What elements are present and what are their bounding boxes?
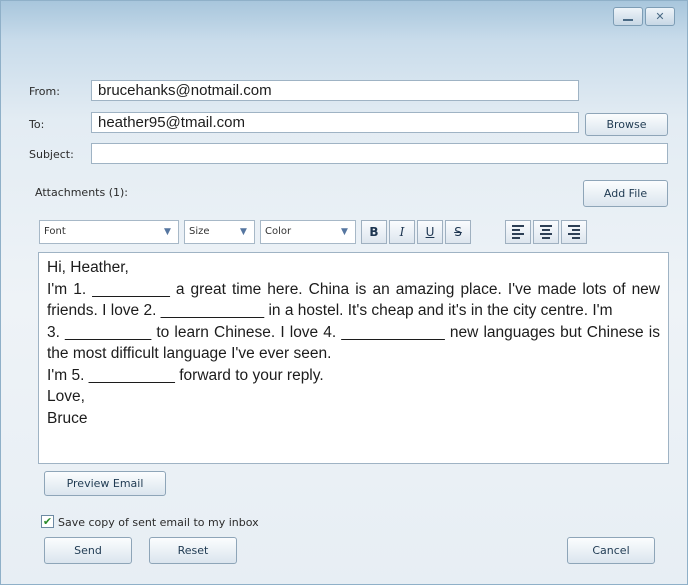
from-field[interactable]: brucehanks@notmail.com: [91, 80, 579, 101]
checkmark-icon: ✔: [42, 515, 53, 528]
align-center-button[interactable]: [533, 220, 559, 244]
bold-icon: B: [369, 225, 379, 239]
subject-field[interactable]: [91, 143, 668, 164]
to-field[interactable]: heather95@tmail.com: [91, 112, 579, 133]
minimize-button[interactable]: [613, 7, 643, 26]
cancel-button[interactable]: Cancel: [567, 537, 655, 564]
align-left-icon: [512, 225, 524, 239]
reset-button[interactable]: Reset: [149, 537, 237, 564]
browse-button[interactable]: Browse: [585, 113, 668, 136]
to-label: To:: [29, 118, 45, 131]
add-file-button[interactable]: Add File: [583, 180, 668, 207]
align-right-icon: [568, 225, 580, 239]
chevron-down-icon: ▼: [240, 226, 247, 237]
message-body-editor[interactable]: Hi, Heather, I'm 1. _________ a great ti…: [38, 252, 669, 464]
close-icon: ✕: [655, 10, 665, 23]
body-line: Bruce: [47, 409, 88, 427]
subject-label: Subject:: [29, 148, 74, 161]
italic-icon: I: [399, 225, 405, 239]
body-line: Hi, Heather,: [47, 259, 129, 276]
color-select-value: Color: [265, 226, 292, 237]
body-line: I'm 1. _________ a great time here. Chin…: [47, 280, 660, 298]
save-copy-checkbox[interactable]: ✔: [41, 515, 54, 528]
from-label: From:: [29, 85, 60, 98]
body-line: the most difficult language I've ever se…: [47, 345, 332, 362]
underline-button[interactable]: U: [417, 220, 443, 244]
chevron-down-icon: ▼: [164, 226, 171, 237]
size-select[interactable]: Size ▼: [184, 220, 255, 244]
underline-icon: U: [425, 225, 435, 239]
align-center-icon: [540, 225, 552, 239]
body-line: friends. I love 2. ____________ in a hos…: [47, 302, 613, 319]
preview-email-button[interactable]: Preview Email: [44, 471, 166, 496]
align-right-button[interactable]: [561, 220, 587, 244]
color-select[interactable]: Color ▼: [260, 220, 356, 244]
strikethrough-icon: S: [454, 225, 462, 239]
body-line: Love,: [47, 388, 85, 405]
attachments-label: Attachments (1):: [35, 186, 129, 199]
save-copy-label: Save copy of sent email to my inbox: [58, 516, 259, 529]
titlebar-controls: ✕: [613, 7, 675, 26]
body-line: I'm 5. __________ forward to your reply.: [47, 366, 324, 384]
size-select-value: Size: [189, 226, 210, 237]
align-left-button[interactable]: [505, 220, 531, 244]
bold-button[interactable]: B: [361, 220, 387, 244]
body-line: 3. __________ to learn Chinese. I love 4…: [47, 323, 660, 341]
italic-button[interactable]: I: [389, 220, 415, 244]
close-button[interactable]: ✕: [645, 7, 675, 26]
font-select[interactable]: Font ▼: [39, 220, 179, 244]
email-compose-window: ✕ From: brucehanks@notmail.com To: heath…: [0, 0, 688, 585]
strikethrough-button[interactable]: S: [445, 220, 471, 244]
send-button[interactable]: Send: [44, 537, 132, 564]
chevron-down-icon: ▼: [341, 226, 348, 237]
minimize-icon: [623, 18, 633, 21]
font-select-value: Font: [44, 226, 66, 237]
